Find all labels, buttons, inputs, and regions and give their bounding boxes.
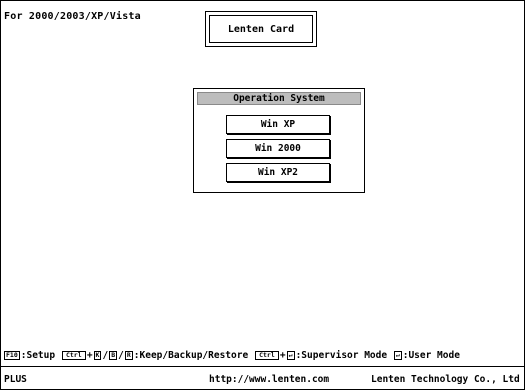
- enter-key-icon-2: ↵: [393, 351, 402, 360]
- operation-system-dialog: Operation System Win XP Win 2000 Win XP2: [193, 88, 365, 193]
- supervisor-mode-hint: :Supervisor Mode: [295, 350, 388, 361]
- ctrl-key-icon-2: Ctrl: [254, 351, 279, 360]
- ctrl-key-icon: Ctrl: [61, 351, 86, 360]
- dialog-title: Operation System: [197, 92, 361, 105]
- title-box: Lenten Card: [205, 11, 317, 47]
- keep-backup-restore-hint: :Keep/Backup/Restore: [133, 350, 249, 361]
- hotkey-bar: F10:Setup Ctrl + K / B / R:Keep/Backup/Restore…: [4, 350, 460, 361]
- enter-key-icon: ↵: [286, 351, 295, 360]
- user-mode-hint: :User Mode: [402, 350, 460, 361]
- boot-screen: For 2000/2003/XP/Vista Lenten Card Opera…: [0, 0, 525, 390]
- status-bar: PLUS http://www.lenten.com Lenten Techno…: [1, 373, 524, 387]
- website-url: http://www.lenten.com: [209, 374, 330, 385]
- r-key-icon: R: [124, 351, 133, 360]
- setup-hint: :Setup: [20, 350, 56, 361]
- b-key-icon: B: [109, 351, 118, 360]
- f10-key-icon: F10: [4, 351, 20, 360]
- k-key-icon: K: [93, 351, 102, 360]
- os-option-win-2000[interactable]: Win 2000: [226, 139, 330, 158]
- supported-os-label: For 2000/2003/XP/Vista: [4, 11, 141, 22]
- status-divider: [1, 366, 524, 367]
- os-option-win-xp2[interactable]: Win XP2: [226, 163, 330, 182]
- os-option-win-xp[interactable]: Win XP: [226, 115, 330, 134]
- edition-label: PLUS: [4, 374, 27, 385]
- app-title: Lenten Card: [209, 15, 313, 43]
- company-name: Lenten Technology Co., Ltd: [371, 374, 520, 385]
